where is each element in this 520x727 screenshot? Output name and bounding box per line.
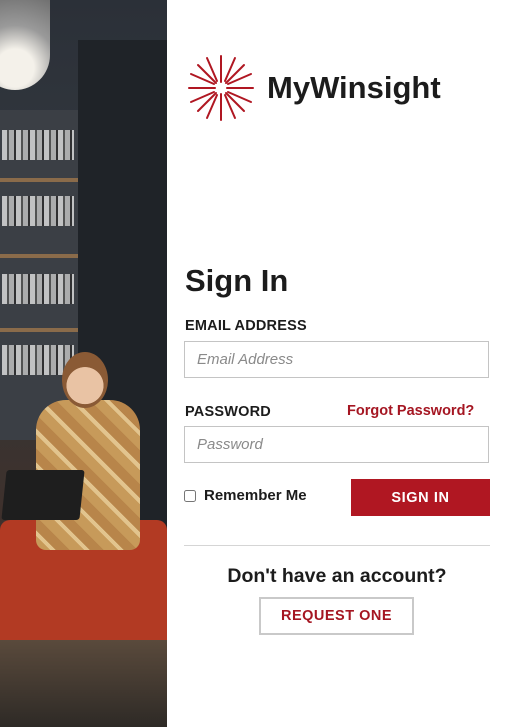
- remember-me-label[interactable]: Remember Me: [204, 487, 307, 504]
- books-row: [2, 130, 74, 160]
- sign-in-button[interactable]: SIGN IN: [351, 479, 490, 516]
- starburst-icon: [188, 55, 254, 121]
- background-photo: [0, 0, 167, 727]
- no-account-prompt: Don't have an account?: [227, 565, 447, 587]
- floor: [0, 640, 167, 727]
- email-input[interactable]: [184, 341, 489, 378]
- books-row: [2, 274, 74, 304]
- laptop: [1, 470, 85, 520]
- page-title: Sign In: [185, 263, 289, 298]
- email-label: EMAIL ADDRESS: [185, 318, 307, 334]
- person-head: [62, 352, 108, 408]
- pendant-lamp: [0, 0, 50, 90]
- shelf-board: [0, 254, 78, 258]
- forgot-password-link[interactable]: Forgot Password?: [347, 403, 474, 419]
- login-panel: MyWinsight Sign In EMAIL ADDRESS PASSWOR…: [167, 0, 520, 727]
- shelf-board: [0, 328, 78, 332]
- request-account-button[interactable]: REQUEST ONE: [259, 597, 414, 635]
- remember-me-checkbox[interactable]: [184, 489, 196, 502]
- divider: [184, 545, 490, 546]
- remember-me: Remember Me: [184, 487, 307, 504]
- password-input[interactable]: [184, 426, 489, 463]
- login-page: MyWinsight Sign In EMAIL ADDRESS PASSWOR…: [0, 0, 520, 727]
- shelf-board: [0, 178, 78, 182]
- brand-logo: MyWinsight: [185, 52, 441, 124]
- brand-name: MyWinsight: [267, 70, 441, 105]
- password-label: PASSWORD: [185, 404, 271, 420]
- books-row: [2, 196, 74, 226]
